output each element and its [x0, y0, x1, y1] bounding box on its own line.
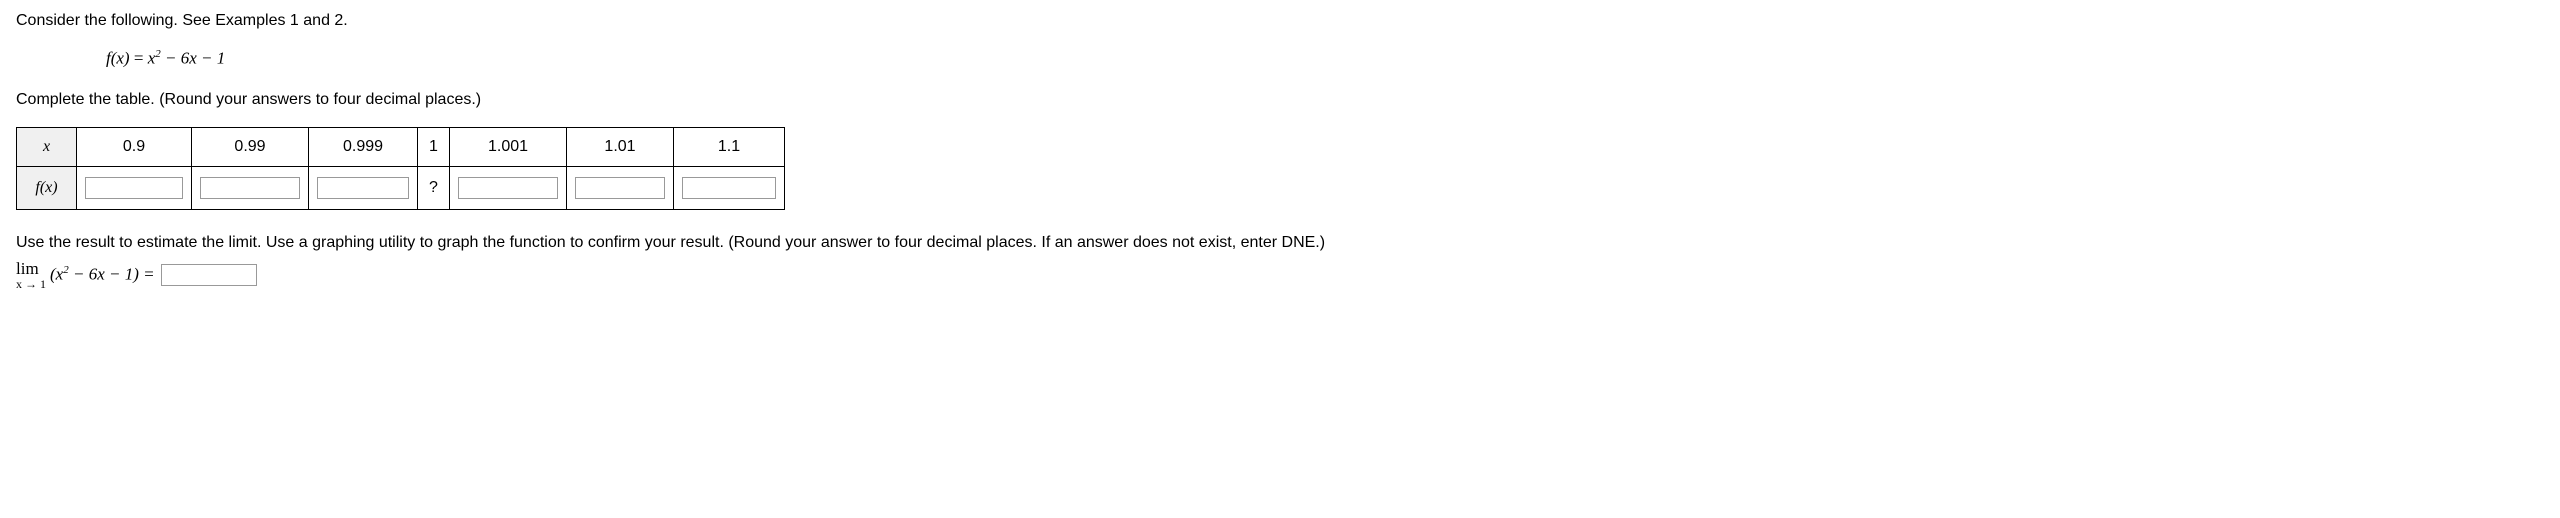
table-row: f(x) ?	[17, 166, 785, 209]
fx-input-cell	[450, 166, 567, 209]
x-row-header: x	[17, 127, 77, 166]
fx-input[interactable]	[682, 177, 776, 199]
limit-operator: lim x → 1	[16, 260, 46, 290]
x-value: 0.999	[309, 127, 418, 166]
fx-input[interactable]	[575, 177, 665, 199]
x-value: 1.01	[567, 127, 674, 166]
x-value: 0.9	[77, 127, 192, 166]
x-value: 1.1	[674, 127, 785, 166]
function-formula: f(x) = x2 − 6x − 1	[106, 48, 2544, 69]
fx-input-cell	[77, 166, 192, 209]
x-value: 0.99	[192, 127, 309, 166]
fx-center-unknown: ?	[418, 166, 450, 209]
limit-text: lim	[16, 260, 39, 277]
fx-input-cell	[674, 166, 785, 209]
fx-input[interactable]	[317, 177, 409, 199]
limit-expr-open: (x	[50, 265, 63, 284]
limit-expr-tail: − 6x − 1) =	[69, 265, 155, 284]
fx-row-header: f(x)	[17, 166, 77, 209]
fx-input-cell	[309, 166, 418, 209]
limit-expression: lim x → 1 (x2 − 6x − 1) =	[16, 260, 2544, 290]
x-value: 1.001	[450, 127, 567, 166]
estimate-instruction: Use the result to estimate the limit. Us…	[16, 234, 2544, 252]
equals-sign: =	[134, 49, 148, 68]
x-value-center: 1	[418, 127, 450, 166]
fx-input[interactable]	[85, 177, 183, 199]
fx-input[interactable]	[458, 177, 558, 199]
fx-input-cell	[567, 166, 674, 209]
fx-input[interactable]	[200, 177, 300, 199]
table-instruction: Complete the table. (Round your answers …	[16, 91, 2544, 109]
table-row: x 0.9 0.99 0.999 1 1.001 1.01 1.1	[17, 127, 785, 166]
limit-approach: x → 1	[16, 278, 46, 290]
problem-intro: Consider the following. See Examples 1 a…	[16, 12, 2544, 30]
values-table: x 0.9 0.99 0.999 1 1.001 1.01 1.1 f(x) ?	[16, 127, 785, 210]
formula-rhs-tail: − 6x − 1	[161, 49, 226, 68]
fx-input-cell	[192, 166, 309, 209]
formula-lhs: f(x)	[106, 49, 130, 68]
limit-answer-input[interactable]	[161, 264, 257, 286]
limit-body: (x2 − 6x − 1) =	[50, 264, 155, 285]
